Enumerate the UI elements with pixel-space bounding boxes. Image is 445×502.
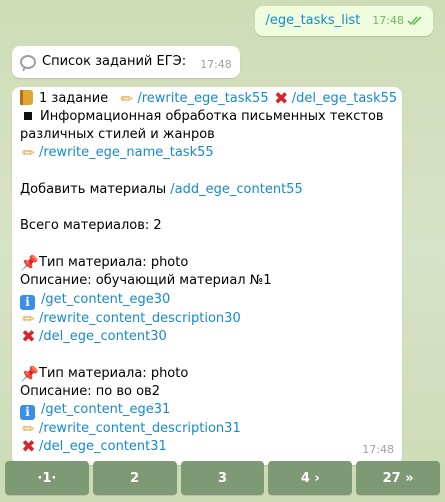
material-type-line: 📌Тип материала: photo [20, 365, 394, 383]
pushpin-icon: 📌 [20, 364, 39, 383]
get-content-link[interactable]: /get_content_ege31 [41, 402, 170, 417]
rewrite-content-line: ✏ /rewrite_content_description30 [20, 310, 394, 328]
double-check-icon [407, 16, 423, 26]
cross-icon: ✖ [274, 89, 289, 109]
add-materials-label: Добавить материалы [20, 181, 167, 197]
task-name-line: Информационная обработка письменных текс… [20, 108, 394, 144]
book-icon [20, 90, 33, 105]
material-description: Описание: по во ов2 [20, 383, 160, 399]
get-content-link[interactable]: /get_content_ege30 [41, 292, 170, 307]
page-button-last[interactable]: 27 » [356, 461, 440, 495]
task-title: 1 задание [39, 91, 109, 106]
outgoing-command[interactable]: /ege_tasks_list [265, 12, 360, 30]
message-time: 17:48 [200, 58, 232, 71]
outgoing-message[interactable]: /ege_tasks_list 17:48 [255, 6, 433, 36]
material-type: Тип материала: photo [39, 255, 189, 271]
delete-content-line: ✖/del_ege_content30 [20, 328, 394, 346]
chat-background: /ege_tasks_list 17:48 Список заданий ЕГЭ… [0, 0, 445, 502]
delete-task-link[interactable]: /del_ege_task55 [292, 91, 397, 106]
task-title-line: 1 задание ✏/rewrite_ege_task55 ✖/del_ege… [20, 89, 397, 109]
rewrite-name-line: ✏ /rewrite_ege_name_task55 [20, 144, 394, 162]
info-icon: i [20, 294, 35, 310]
pushpin-icon: 📌 [20, 254, 39, 273]
message-time: 17:48 [372, 14, 404, 27]
rewrite-content-line: ✏ /rewrite_content_description31 [20, 420, 394, 438]
delete-content-link[interactable]: /del_ege_content31 [39, 439, 167, 454]
material-type: Тип материала: photo [39, 365, 189, 381]
delete-content-line: ✖/del_ege_content31 [20, 438, 394, 456]
incoming-message-header[interactable]: Список заданий ЕГЭ: 17:48 [12, 46, 240, 78]
add-materials-line: Добавить материалы /add_ege_content55 [20, 181, 394, 199]
get-content-line: i/get_content_ege30 [20, 291, 394, 310]
material-description: Описание: обучающий материал №1 [20, 273, 272, 289]
get-content-line: i/get_content_ege31 [20, 401, 394, 421]
message-time: 17:48 [362, 442, 394, 456]
page-button-2[interactable]: 2 [92, 461, 177, 495]
material-type-line: 📌Тип материала: photo [20, 254, 394, 272]
black-square-icon [24, 112, 32, 121]
rewrite-content-link[interactable]: /rewrite_content_description30 [39, 311, 241, 326]
pencil-icon: ✏ [22, 144, 35, 163]
inline-keyboard: ·1· 2 3 4 › 27 » [5, 461, 440, 495]
delete-content-link[interactable]: /del_ege_content30 [39, 329, 167, 344]
incoming-message-task[interactable]: 1 задание ✏/rewrite_ege_task55 ✖/del_ege… [12, 87, 402, 465]
pencil-icon: ✏ [22, 309, 35, 328]
pencil-icon: ✏ [22, 420, 35, 439]
pencil-icon: ✏ [120, 90, 134, 108]
page-button-next[interactable]: 4 › [268, 461, 353, 495]
cross-icon: ✖ [21, 437, 36, 458]
page-button-current[interactable]: ·1· [5, 461, 89, 495]
add-content-link[interactable]: /add_ege_content55 [170, 182, 302, 197]
cross-icon: ✖ [21, 326, 36, 347]
total-materials: Всего материалов: 2 [20, 218, 162, 234]
rewrite-content-link[interactable]: /rewrite_content_description31 [39, 421, 241, 436]
rewrite-task-link[interactable]: /rewrite_ege_task55 [137, 91, 268, 106]
task-name: Информационная обработка письменных текс… [20, 109, 384, 143]
rewrite-name-link[interactable]: /rewrite_ege_name_task55 [39, 145, 214, 160]
page-button-3[interactable]: 3 [180, 461, 265, 495]
speech-bubble-icon [20, 55, 36, 69]
header-text: Список заданий ЕГЭ: [42, 54, 187, 69]
info-icon: i [20, 405, 35, 421]
